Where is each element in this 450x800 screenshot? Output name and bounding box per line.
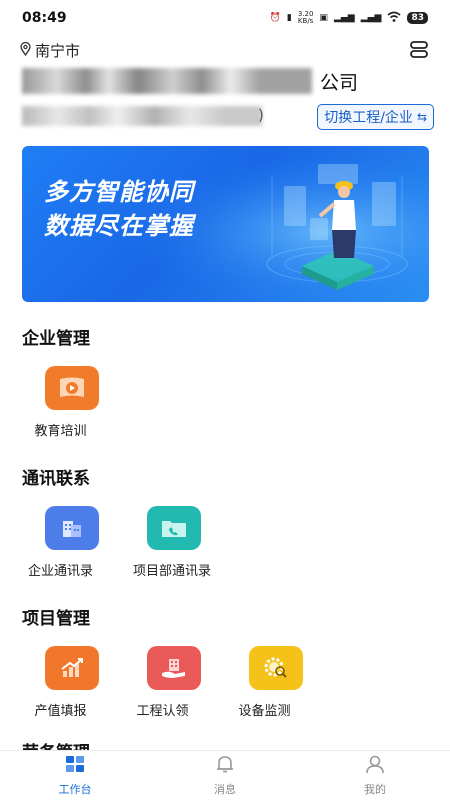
chart-growth-icon [45, 646, 99, 690]
signal-icon: ▂▄▆ [333, 13, 355, 23]
bottom-tab-bar: 工作台 消息 我的 [0, 750, 450, 800]
status-time: 08:49 [22, 10, 67, 26]
project-name-redacted [22, 106, 262, 126]
signal2-icon: ▂▄▆ [360, 13, 382, 23]
tab-label: 我的 [364, 783, 386, 796]
swap-icon: ⇆ [416, 110, 427, 124]
status-icons: ⏰ ▮ 3.20 KB/s ▣ ▂▄▆ ▂▄▆ 83 [270, 11, 428, 26]
switch-project-button[interactable]: 切换工程/企业 ⇆ [317, 104, 434, 130]
tile-label: 教育培训 [34, 424, 87, 439]
profile-icon [364, 754, 386, 778]
project-row: ) 切换工程/企业 ⇆ [22, 104, 434, 130]
wifi-icon [387, 11, 401, 26]
tile-label: 项目部通讯录 [132, 564, 211, 579]
company-name-suffix: 公司 [320, 72, 359, 94]
bell-icon [214, 754, 236, 778]
tile-project-contacts[interactable]: 项目部通讯录 [124, 506, 224, 579]
section-title-project: 项目管理 [22, 609, 90, 629]
workbench-icon [64, 754, 86, 778]
tab-label: 消息 [214, 783, 236, 796]
net-speed-unit: KB/s [297, 17, 314, 25]
banner-headline-line2: 数据尽在掌握 [44, 212, 194, 240]
banner-headline-line1: 多方智能协同 [44, 178, 194, 206]
tab-profile[interactable]: 我的 [300, 751, 450, 800]
location-pin-icon [20, 41, 31, 60]
section-title-contacts: 通讯联系 [22, 469, 90, 489]
switch-project-label: 切换工程/企业 [324, 110, 413, 126]
tile-equipment-monitor[interactable]: 设备监测 [226, 646, 326, 719]
tile-enterprise-contacts[interactable]: 企业通讯录 [22, 506, 122, 579]
location-row: 南宁市 [20, 38, 430, 62]
tile-label: 企业通讯录 [27, 564, 93, 579]
company-name: 公司 [22, 68, 372, 96]
tab-workbench[interactable]: 工作台 [0, 751, 150, 800]
hand-building-icon [147, 646, 201, 690]
video-training-icon [45, 366, 99, 410]
project-name-suffix: ) [258, 106, 264, 124]
net-speed: 3.20 KB/s [298, 11, 314, 25]
vibrate-icon: ▮ [286, 13, 292, 23]
status-bar: 08:49 ⏰ ▮ 3.20 KB/s ▣ ▂▄▆ ▂▄▆ 83 [0, 0, 450, 36]
tile-education-training[interactable]: 教育培训 [22, 366, 122, 439]
gear-monitor-icon [249, 646, 303, 690]
alarm-icon: ⏰ [269, 13, 281, 23]
building-contacts-icon [45, 506, 99, 550]
battery-level: 83 [407, 12, 428, 24]
tab-label: 工作台 [58, 783, 92, 796]
location-city[interactable]: 南宁市 [35, 40, 80, 61]
company-name-redacted [22, 68, 312, 94]
scan-icon[interactable] [408, 39, 430, 61]
promo-banner[interactable]: 多方智能协同 数据尽在掌握 [22, 146, 429, 302]
folder-phone-icon [147, 506, 201, 550]
tab-messages[interactable]: 消息 [150, 751, 300, 800]
section-title-enterprise: 企业管理 [22, 329, 90, 349]
hd-icon: ▣ [319, 13, 328, 23]
tile-label: 设备监测 [238, 704, 291, 719]
